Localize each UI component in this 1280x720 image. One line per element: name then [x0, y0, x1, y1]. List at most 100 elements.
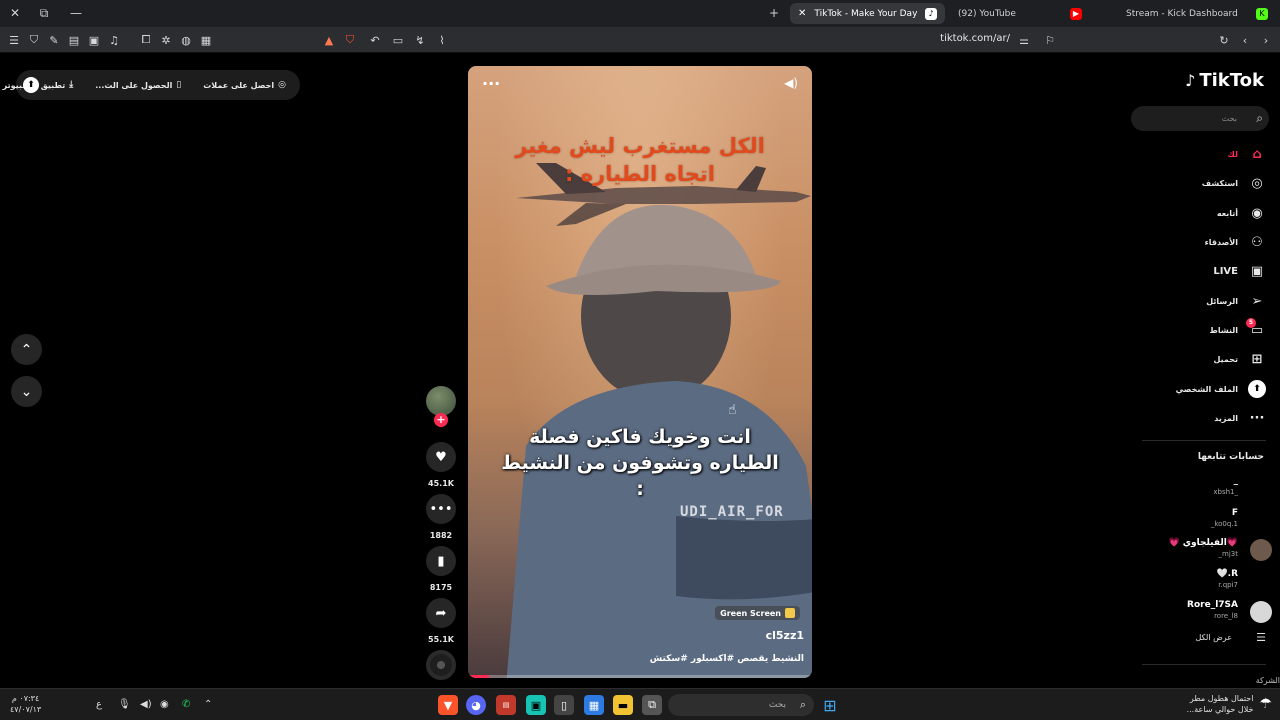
- chevron-down-icon: ⌄: [20, 383, 33, 400]
- account-id: mj3t_: [1218, 550, 1238, 558]
- previous-video-button[interactable]: ⌃: [11, 334, 42, 365]
- tablet-app-icon[interactable]: ▣: [526, 695, 546, 715]
- system-clock[interactable]: ٠٧:٣٤ م ٤٧/٠٧/١٣: [10, 693, 41, 715]
- reload-icon[interactable]: ↻: [1216, 32, 1232, 48]
- get-app-link[interactable]: ▯ الحصول على الت...: [95, 80, 181, 90]
- mouse-app-icon[interactable]: ▯: [554, 695, 574, 715]
- address-bar[interactable]: tiktok.com/ar/: [940, 33, 1010, 44]
- cookie-icon[interactable]: ◍: [178, 32, 194, 48]
- bookmark-icon[interactable]: ⚐: [1042, 32, 1058, 48]
- followed-account[interactable]: R.🤍 r.qpi7: [1130, 567, 1280, 595]
- search-placeholder: بحث: [1221, 114, 1237, 123]
- video-progress-bar[interactable]: [468, 675, 812, 678]
- media-app-icon[interactable]: ▤: [496, 695, 516, 715]
- show-hidden-icons-icon[interactable]: ⌃: [204, 699, 212, 710]
- search-input[interactable]: ⌕ بحث: [1131, 106, 1269, 131]
- steam-icon[interactable]: ◉: [160, 699, 169, 710]
- pen-icon[interactable]: ✎: [46, 32, 62, 48]
- sidebar-item-profile[interactable]: ⬆ الملف الشخصي: [1130, 376, 1280, 402]
- see-all-button[interactable]: ☰ عرض الكل: [1130, 630, 1280, 648]
- share-button[interactable]: ➦ 55.1K: [425, 598, 457, 644]
- weather-widget[interactable]: ☂ احتمال هطول مطر خلال حوالي ساعة...: [1187, 693, 1272, 715]
- microphone-icon[interactable]: 🎙: [118, 699, 131, 710]
- music-icon[interactable]: ♫: [106, 32, 122, 48]
- brave-app-icon[interactable]: ▼: [438, 695, 458, 715]
- company-link[interactable]: الشركة: [1256, 676, 1280, 685]
- friends-icon: ⚇: [1251, 234, 1263, 250]
- effect-tag[interactable]: Green Screen: [715, 606, 800, 620]
- menu-icon[interactable]: ☰: [6, 32, 22, 48]
- screenshot-icon[interactable]: ⧠: [138, 32, 154, 48]
- save-button[interactable]: ▮ 8175: [425, 546, 457, 592]
- brave-shield-icon[interactable]: ⛉: [342, 32, 358, 48]
- messages-icon: ➢: [1251, 293, 1263, 309]
- music-disc-icon[interactable]: [426, 650, 456, 680]
- download-icon: ⤓: [69, 80, 74, 90]
- profile-icon: ⬆: [1248, 380, 1266, 398]
- cast-icon[interactable]: ▭: [390, 32, 406, 48]
- video-author[interactable]: cl5zz1: [766, 629, 804, 642]
- minimize-icon[interactable]: —: [66, 4, 86, 22]
- upload-icon: ⊞: [1251, 351, 1263, 367]
- followed-account[interactable]: Rore_l7SA rore_l8: [1130, 598, 1280, 626]
- compass-icon: ◎: [1251, 175, 1263, 191]
- whatsapp-icon[interactable]: ✆: [182, 699, 190, 710]
- followed-account[interactable]: 💗الفيلجاوي 💗 mj3t_: [1130, 536, 1280, 564]
- sidebar-item-activity[interactable]: ▭ 5 النشاط: [1130, 317, 1280, 343]
- comment-button[interactable]: ••• 1882: [425, 494, 457, 540]
- like-button[interactable]: ♥ 45.1K: [425, 442, 457, 488]
- search-icon[interactable]: ⌕: [1256, 111, 1263, 126]
- windows-start-icon[interactable]: ⊞: [820, 695, 840, 715]
- clock-date: ٤٧/٠٧/١٣: [10, 705, 42, 714]
- shield-icon[interactable]: ⛉: [26, 32, 42, 48]
- sidebar-item-messages[interactable]: ➢ الرسائل: [1130, 288, 1280, 314]
- sidebar-item-live[interactable]: ▣ LIVE: [1130, 258, 1280, 284]
- profile-mini-icon[interactable]: ⬆: [23, 77, 39, 93]
- video-player[interactable]: الكل مستغرب ليش مغير اتجاه الطياره : انت…: [468, 66, 812, 678]
- tab-tiktok[interactable]: ✕ TikTok - Make Your Day ♪: [790, 3, 945, 24]
- task-view-icon[interactable]: ⧉: [642, 695, 662, 715]
- sidebar-item-foryou[interactable]: ⌂ لك: [1130, 141, 1280, 167]
- pen-tool-icon[interactable]: ⌇: [434, 32, 450, 48]
- undo-icon[interactable]: ↶: [367, 32, 383, 48]
- follow-plus-icon[interactable]: +: [434, 413, 448, 427]
- back-icon[interactable]: ‹: [1237, 32, 1253, 48]
- sidebar-item-following[interactable]: ◉ أتابعه: [1130, 200, 1280, 226]
- followed-account[interactable]: F ko0q.1_: [1130, 506, 1280, 534]
- followed-account[interactable]: _ _xbsh1: [1130, 474, 1280, 502]
- close-tab-icon[interactable]: ✕: [798, 8, 806, 19]
- restore-icon[interactable]: ⧉: [34, 4, 54, 22]
- more-options-icon[interactable]: ···: [482, 74, 500, 93]
- tiktok-logo[interactable]: TikTok ♪: [1185, 70, 1264, 91]
- sidebar-icon[interactable]: ▣: [86, 32, 102, 48]
- translate-icon[interactable]: ↯: [412, 32, 428, 48]
- brave-rewards-icon[interactable]: ▲: [321, 32, 337, 48]
- author-avatar[interactable]: [426, 386, 456, 416]
- file-explorer-icon[interactable]: ▬: [613, 695, 633, 715]
- extensions-icon[interactable]: ✲: [158, 32, 174, 48]
- sidebar-item-label: الأصدقاء: [1204, 237, 1238, 247]
- input-language[interactable]: ع: [96, 699, 102, 710]
- close-window-icon[interactable]: ✕: [5, 4, 25, 22]
- sidebar-item-more[interactable]: ··· المزيد: [1130, 405, 1280, 431]
- tab-kick[interactable]: Stream - Kick Dashboard K: [1118, 3, 1276, 24]
- get-coins-link[interactable]: ◎ احصل على عملات: [203, 80, 286, 90]
- tab-label: (92) YouTube: [958, 8, 1016, 19]
- sidebar-item-explore[interactable]: ◎ استكشف: [1130, 170, 1280, 196]
- taskbar-search-input[interactable]: بحث ⌕: [668, 694, 814, 716]
- account-name: 💗الفيلجاوي 💗: [1168, 538, 1238, 548]
- speaker-icon[interactable]: ◀): [140, 699, 152, 710]
- next-video-button[interactable]: ⌄: [11, 376, 42, 407]
- site-settings-icon[interactable]: ⚌: [1016, 32, 1032, 48]
- sidebar-item-upload[interactable]: ⊞ تحميل: [1130, 346, 1280, 372]
- new-tab-icon[interactable]: +: [764, 4, 784, 22]
- reader-icon[interactable]: ▤: [66, 32, 82, 48]
- sidebar-item-label: LIVE: [1213, 265, 1238, 277]
- forward-icon[interactable]: ›: [1258, 32, 1274, 48]
- wallet-icon[interactable]: ▦: [198, 32, 214, 48]
- tab-youtube[interactable]: (92) YouTube ▶: [950, 3, 1090, 24]
- store-app-icon[interactable]: ▦: [584, 695, 604, 715]
- sidebar-item-friends[interactable]: ⚇ الأصدقاء: [1130, 229, 1280, 255]
- discord-app-icon[interactable]: ◕: [466, 695, 486, 715]
- volume-icon[interactable]: ◀): [784, 76, 798, 90]
